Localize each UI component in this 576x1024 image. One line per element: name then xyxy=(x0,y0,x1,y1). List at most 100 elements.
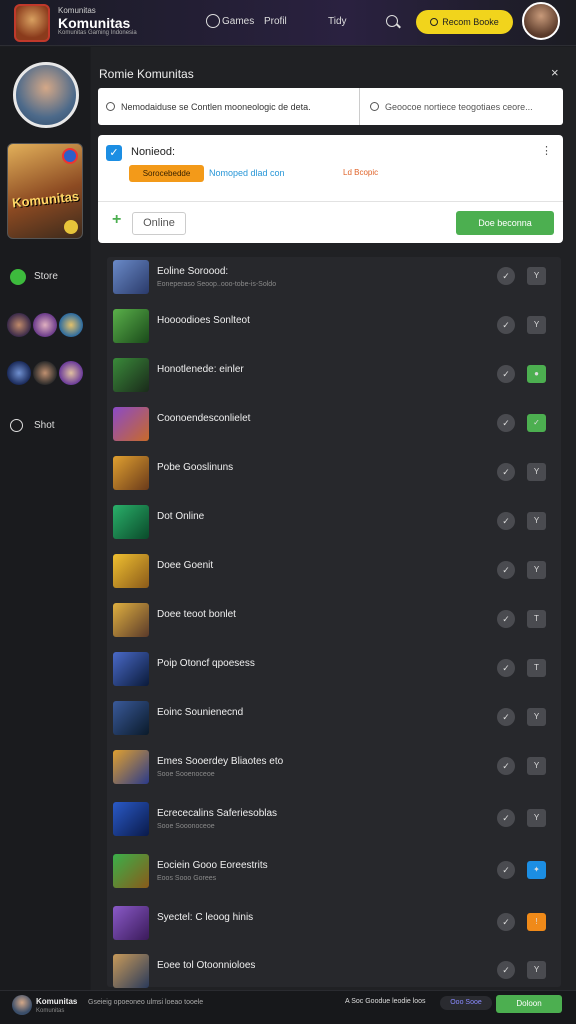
game-thumbnail xyxy=(113,309,149,343)
list-item[interactable]: Eoinc Sounienecnd ✓ Y xyxy=(107,698,561,738)
notice-card: ✓ Nonieod: ⋮ Sorocebedde Nomoped dlad co… xyxy=(98,135,563,243)
circle-icon xyxy=(430,18,439,26)
check-square-icon[interactable]: ✓ xyxy=(527,414,546,432)
footer-chip[interactable]: Ooo Sooe xyxy=(440,996,492,1010)
game-thumbnail xyxy=(113,358,149,392)
card-link-secondary[interactable]: Ld Bcopic xyxy=(343,168,378,177)
action-icon[interactable]: Y xyxy=(527,512,546,530)
check-icon[interactable]: ✓ xyxy=(497,757,515,775)
list-item[interactable]: Ecrececalins Saferiesoblas Sooe Sooonoce… xyxy=(107,799,561,839)
close-icon[interactable]: × xyxy=(551,65,559,80)
list-item-subtitle: Eoos Sooo Gorees xyxy=(157,875,217,882)
sidebar: Komunitas Store Shot xyxy=(0,47,90,990)
search-input-right[interactable]: Geoocoe nortiece teogotiaes ceore... xyxy=(360,88,563,125)
list-item[interactable]: Hoooodioes Sonlteot ✓ Y xyxy=(107,306,561,346)
action-icon[interactable]: T xyxy=(527,659,546,677)
primary-button[interactable]: Doe beconna xyxy=(456,211,554,235)
search-icon[interactable] xyxy=(386,15,398,27)
featured-game-card[interactable]: Komunitas xyxy=(7,143,83,239)
nav-tidy[interactable]: Tidy xyxy=(328,16,347,27)
list-item-subtitle: Eoneperaso Seoop..ooo-tobe-is-Soldo xyxy=(157,281,277,288)
game-thumbnail xyxy=(113,701,149,735)
list-item[interactable]: Emes Sooerdey Bliaotes eto Sooe Sooenoce… xyxy=(107,747,561,787)
sidebar-item-shot[interactable]: Shot xyxy=(34,420,55,431)
info-icon[interactable]: ✦ xyxy=(527,861,546,879)
main-panel: Romie Komunitas × Nemodaiduse se Contlen… xyxy=(91,47,576,990)
check-icon[interactable]: ✓ xyxy=(497,316,515,334)
list-item[interactable]: Coonoendesconlielet ✓ ✓ xyxy=(107,404,561,444)
card-title: Nonieod: xyxy=(131,146,176,158)
online-icon[interactable]: ● xyxy=(527,365,546,383)
list-item[interactable]: Doee teoot bonlet ✓ T xyxy=(107,600,561,640)
list-item-title: Ecrececalins Saferiesoblas xyxy=(157,808,278,819)
check-icon[interactable]: ✓ xyxy=(497,809,515,827)
action-icon[interactable]: Y xyxy=(527,463,546,481)
check-icon[interactable]: ✓ xyxy=(497,512,515,530)
list-item[interactable]: Eoee tol Otoonnioloes ✓ Y xyxy=(107,951,561,991)
sidebar-item-store[interactable]: Store xyxy=(34,271,58,282)
friend-avatar[interactable] xyxy=(33,361,57,385)
plus-icon[interactable]: + xyxy=(112,211,121,229)
footer-tag[interactable]: A Soc Goodue leodie loos xyxy=(345,998,426,1005)
action-icon[interactable]: Y xyxy=(527,961,546,979)
list-item-title: Dot Online xyxy=(157,511,205,522)
list-item[interactable]: Eoline Soroood: Eoneperaso Seoop..ooo-to… xyxy=(107,257,561,297)
card-link[interactable]: Nomoped dlad con xyxy=(209,168,285,178)
game-thumbnail xyxy=(113,505,149,539)
recom-book-button[interactable]: Recom Booke xyxy=(416,10,513,34)
check-icon[interactable]: ✓ xyxy=(497,708,515,726)
action-icon[interactable]: Y xyxy=(527,316,546,334)
search-input-left[interactable]: Nemodaiduse se Contlen mooneologic de de… xyxy=(98,88,360,125)
footer-button[interactable]: Doloon xyxy=(496,995,562,1013)
nav-games[interactable]: Games xyxy=(222,16,254,27)
action-icon[interactable]: Y xyxy=(527,267,546,285)
game-thumbnail xyxy=(113,652,149,686)
check-icon[interactable]: ✓ xyxy=(497,365,515,383)
check-icon[interactable]: ✓ xyxy=(497,414,515,432)
profile-avatar[interactable] xyxy=(13,62,79,128)
check-icon[interactable]: ✓ xyxy=(497,961,515,979)
check-icon[interactable]: ✓ xyxy=(497,861,515,879)
list-item-title: Eoinc Sounienecnd xyxy=(157,707,244,718)
action-icon[interactable]: Y xyxy=(527,708,546,726)
check-icon[interactable]: ✓ xyxy=(497,610,515,628)
action-icon[interactable]: Y xyxy=(527,561,546,579)
list-item[interactable]: Honotlenede: einler ✓ ● xyxy=(107,355,561,395)
checkbox[interactable]: ✓ xyxy=(106,145,122,161)
list-item[interactable]: Poip Otoncf qpoesess ✓ T xyxy=(107,649,561,689)
action-icon[interactable]: T xyxy=(527,610,546,628)
check-icon[interactable]: ✓ xyxy=(497,913,515,931)
friend-avatar[interactable] xyxy=(7,361,31,385)
list-item-title: Doee Goenit xyxy=(157,560,214,571)
friend-avatar[interactable] xyxy=(59,361,83,385)
check-icon[interactable]: ✓ xyxy=(497,659,515,677)
list-item[interactable]: Pobe Gooslinuns ✓ Y xyxy=(107,453,561,493)
shot-icon xyxy=(10,419,23,432)
app-logo[interactable] xyxy=(14,4,50,42)
list-item-title: Honotlenede: einler xyxy=(157,364,244,375)
list-item-title: Eociein Gooo Eoreestrits xyxy=(157,860,268,871)
check-icon[interactable]: ✓ xyxy=(497,463,515,481)
game-thumbnail xyxy=(113,456,149,490)
top-bar: Komunitas Komunitas Komunitas Gaming Ind… xyxy=(0,0,576,46)
user-avatar[interactable] xyxy=(522,2,560,40)
friend-avatar[interactable] xyxy=(7,313,31,337)
check-icon[interactable]: ✓ xyxy=(497,267,515,285)
footer-avatar[interactable] xyxy=(12,995,32,1015)
list-item[interactable]: Eociein Gooo Eoreestrits Eoos Sooo Goree… xyxy=(107,851,561,891)
card-badge[interactable]: Sorocebedde xyxy=(129,165,204,182)
nav-profile[interactable]: Profil xyxy=(264,16,287,27)
more-menu-icon[interactable]: ⋮ xyxy=(541,144,552,157)
action-icon[interactable]: Y xyxy=(527,809,546,827)
action-icon[interactable]: Y xyxy=(527,757,546,775)
check-icon[interactable]: ✓ xyxy=(497,561,515,579)
list-item[interactable]: Doee Goenit ✓ Y xyxy=(107,551,561,591)
status-chip[interactable]: Online xyxy=(132,212,186,235)
list-item[interactable]: Dot Online ✓ Y xyxy=(107,502,561,542)
list-item[interactable]: Syectel: C leoog hinis ✓ ! xyxy=(107,903,561,943)
search-bar: Nemodaiduse se Contlen mooneologic de de… xyxy=(98,88,563,125)
warning-icon[interactable]: ! xyxy=(527,913,546,931)
friend-avatar[interactable] xyxy=(59,313,83,337)
game-badge-icon xyxy=(62,148,78,164)
friend-avatar[interactable] xyxy=(33,313,57,337)
